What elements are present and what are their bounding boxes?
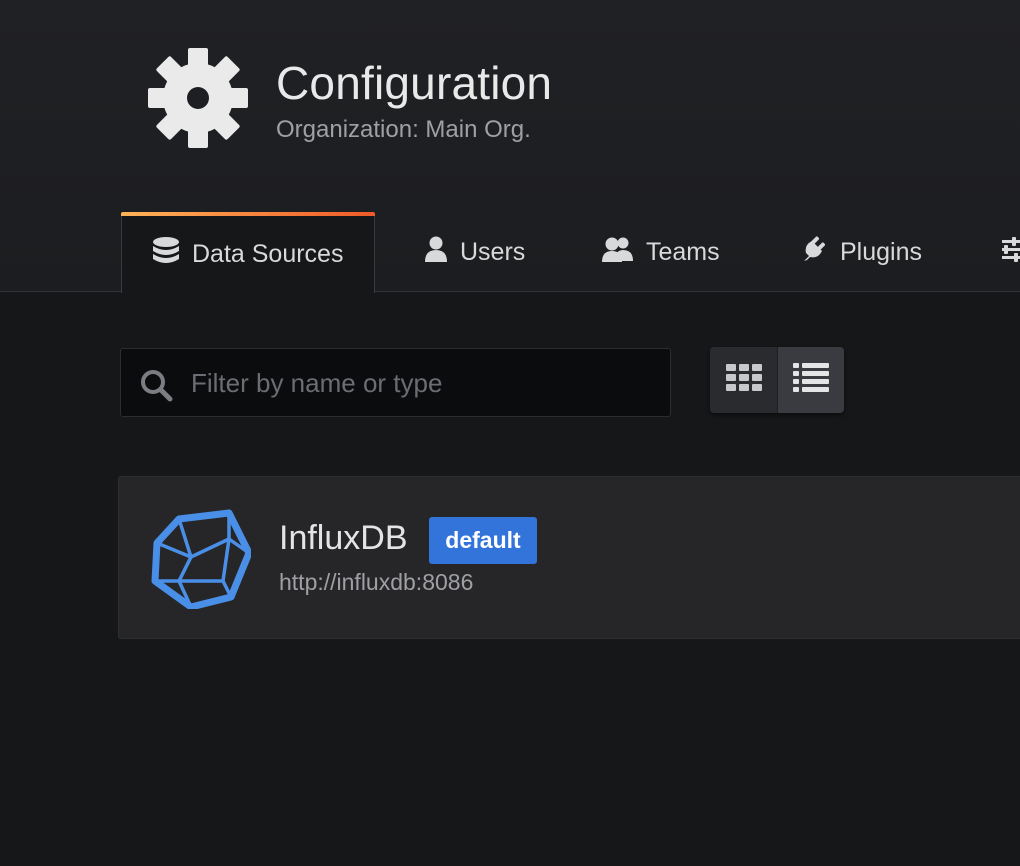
tab-users[interactable]: Users — [424, 212, 525, 292]
page-subtitle: Organization: Main Org. — [276, 116, 531, 143]
tab-teams[interactable]: Teams — [602, 212, 720, 292]
influxdb-logo-icon — [151, 509, 253, 614]
users-icon — [602, 235, 634, 270]
tab-bar: Data Sources Users Teams Plugins — [0, 212, 1020, 293]
search-icon — [139, 368, 173, 407]
datasource-card[interactable]: InfluxDB default http://influxdb:8086 — [118, 476, 1020, 639]
search-box — [120, 348, 671, 417]
gear-icon — [148, 48, 248, 148]
page-title: Configuration — [276, 57, 553, 109]
grid-icon — [725, 363, 762, 397]
view-toggle — [710, 347, 844, 413]
tab-label: Plugins — [840, 237, 922, 266]
page-header: Configuration Organization: Main Org. Da… — [0, 0, 1020, 293]
grid-view-button[interactable] — [710, 347, 777, 413]
tab-data-sources[interactable]: Data Sources — [121, 212, 375, 293]
list-view-button[interactable] — [777, 347, 844, 413]
plug-icon — [800, 235, 828, 270]
database-icon — [152, 236, 180, 272]
tab-label: Teams — [646, 237, 720, 266]
default-badge: default — [429, 517, 537, 564]
tab-label: Data Sources — [192, 239, 344, 268]
search-input[interactable] — [191, 361, 651, 405]
list-icon — [793, 362, 829, 398]
tab-plugins[interactable]: Plugins — [800, 212, 922, 292]
user-icon — [424, 235, 448, 270]
datasource-url: http://influxdb:8086 — [279, 569, 474, 595]
tab-label: Users — [460, 237, 526, 266]
tab-preferences[interactable] — [1000, 212, 1020, 292]
sliders-icon — [1000, 235, 1020, 270]
datasource-name: InfluxDB — [279, 519, 408, 557]
